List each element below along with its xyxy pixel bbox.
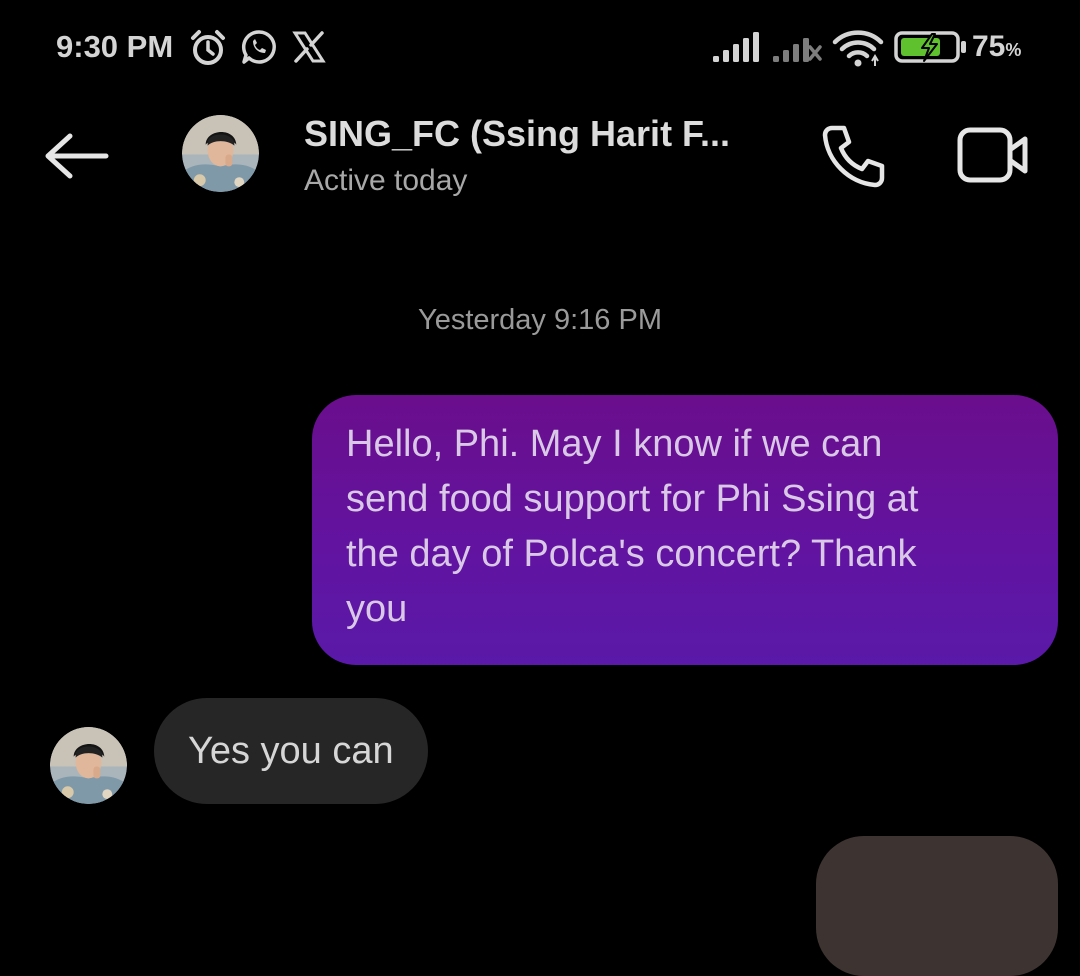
- status-time: 9:30 PM: [56, 29, 174, 64]
- message-line: send food support for Phi Ssing at: [346, 478, 919, 520]
- media-message-bubble[interactable]: [816, 836, 1058, 976]
- message-line: the day of Polca's concert? Thank: [346, 533, 917, 575]
- message-timestamp: Yesterday 9:16 PM: [418, 304, 662, 336]
- battery-percentage: 75%: [972, 27, 1021, 70]
- video-camera-icon[interactable]: [955, 122, 1031, 188]
- alarm-icon: [191, 30, 225, 65]
- back-arrow-icon[interactable]: [40, 128, 112, 184]
- battery-charging-icon: [894, 31, 966, 63]
- signal-no-service-icon: [773, 38, 822, 62]
- contact-status: Active today: [304, 164, 468, 197]
- phone-icon[interactable]: [818, 120, 890, 192]
- whatsapp-icon: [241, 30, 276, 64]
- x-app-icon: [292, 31, 326, 63]
- outgoing-message-bubble[interactable]: Hello, Phi. May I know if we can send fo…: [312, 395, 1058, 665]
- contact-name[interactable]: SING_FC (Ssing Harit F...: [304, 112, 730, 156]
- avatar[interactable]: [50, 727, 127, 804]
- signal-icon: [713, 32, 759, 62]
- chat-header: SING_FC (Ssing Harit F... Active today: [0, 100, 1080, 210]
- avatar[interactable]: [182, 115, 259, 192]
- battery-percentage-value: 75: [972, 30, 1006, 63]
- message-line: you: [346, 588, 408, 630]
- wifi-icon: [832, 30, 884, 67]
- battery-percentage-unit: %: [1005, 40, 1022, 60]
- message-line: Hello, Phi. May I know if we can: [346, 423, 883, 465]
- status-bar: 9:30 PM 75%: [0, 0, 1080, 96]
- incoming-message-bubble[interactable]: Yes you can: [154, 698, 428, 804]
